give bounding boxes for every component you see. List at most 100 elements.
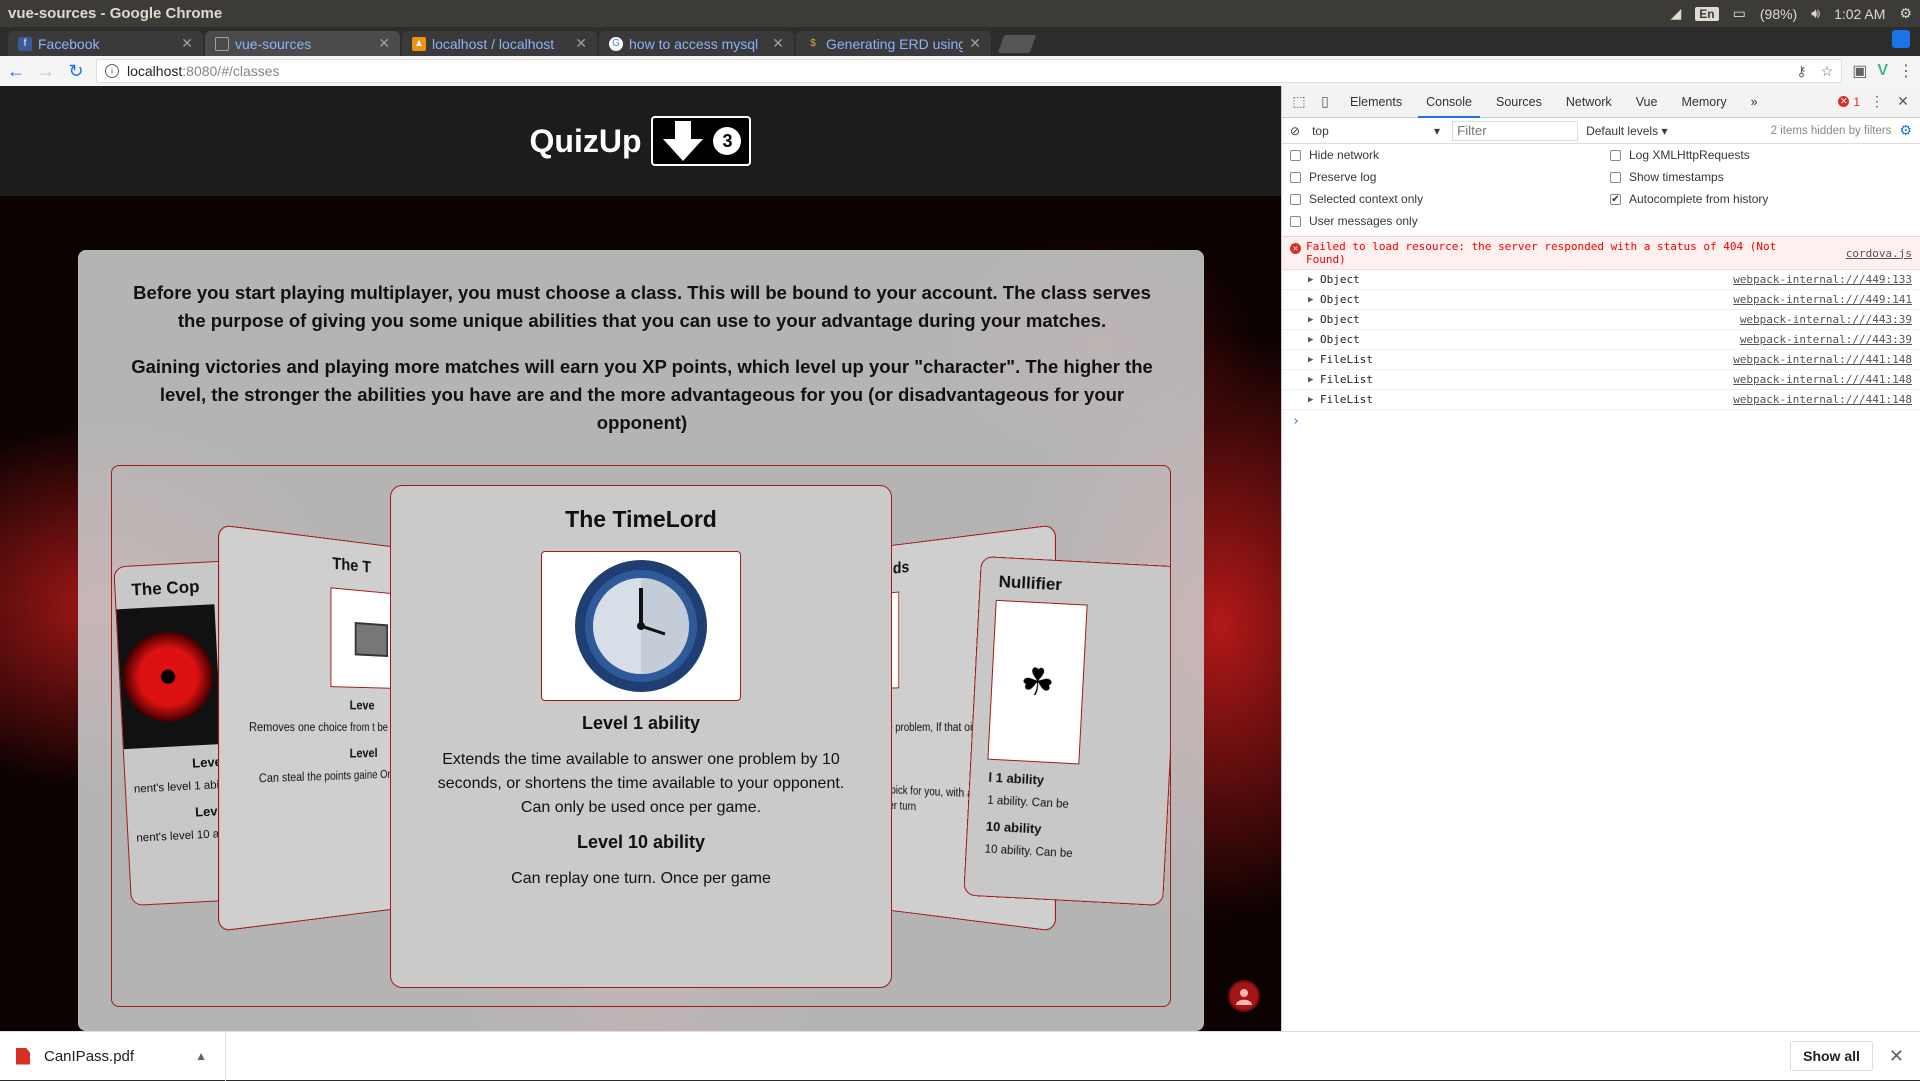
vue-devtools-icon[interactable]: V bbox=[1877, 62, 1888, 80]
bookmark-star-icon[interactable]: ☆ bbox=[1821, 63, 1834, 80]
site-header: QuizUp 3 bbox=[0, 86, 1281, 196]
tab-phpmyadmin[interactable]: ▲ localhost / localhost ✕ bbox=[402, 31, 597, 56]
tab-vue-sources[interactable]: vue-sources ✕ bbox=[205, 31, 400, 56]
tab-facebook[interactable]: f Facebook ✕ bbox=[8, 31, 203, 56]
new-tab-button[interactable] bbox=[998, 35, 1037, 53]
close-download-bar-icon[interactable]: ✕ bbox=[1889, 1046, 1904, 1067]
checkbox[interactable] bbox=[1290, 172, 1301, 183]
expand-triangle-icon[interactable]: ▶ bbox=[1308, 275, 1313, 285]
setting-preserve-log[interactable]: Preserve log bbox=[1290, 170, 1610, 184]
setting-autocomplete-history[interactable]: ✔ Autocomplete from history bbox=[1610, 192, 1910, 206]
class-carousel[interactable]: The Cop Level 1 ab nent's level 1 abil L… bbox=[111, 465, 1171, 1007]
card-level1-desc: Extends the time available to answer one… bbox=[391, 748, 891, 820]
expand-triangle-icon[interactable]: ▶ bbox=[1308, 295, 1313, 305]
wifi-icon[interactable]: ◢ bbox=[1671, 5, 1682, 22]
tab-console[interactable]: Console bbox=[1418, 86, 1480, 118]
clear-console-icon[interactable]: ⊘ bbox=[1290, 124, 1300, 138]
devtools-menu-icon[interactable]: ⋮ bbox=[1868, 93, 1886, 110]
address-bar[interactable]: i localhost:8080/#/classes ⚷ ☆ bbox=[96, 59, 1842, 83]
close-icon[interactable]: ✕ bbox=[772, 35, 784, 52]
show-all-button[interactable]: Show all bbox=[1790, 1041, 1873, 1071]
info-icon[interactable]: i bbox=[105, 64, 119, 78]
key-icon[interactable]: ⚷ bbox=[1796, 63, 1806, 80]
clock-image bbox=[541, 551, 741, 701]
card-title: The TimeLord bbox=[391, 506, 891, 533]
console-row[interactable]: ▶ FileList webpack-internal:///441:148 bbox=[1282, 350, 1920, 370]
checkbox[interactable] bbox=[1610, 172, 1621, 183]
console-message: FileList bbox=[1308, 353, 1373, 366]
error-counter[interactable]: ✕ 1 bbox=[1838, 95, 1860, 109]
source-link[interactable]: cordova.js bbox=[1846, 247, 1912, 260]
forward-arrow-icon[interactable]: → bbox=[36, 61, 56, 82]
source-link[interactable]: webpack-internal:///449:133 bbox=[1733, 273, 1912, 286]
class-card-nullifier[interactable]: Nullifier ☘ l 1 ability 1 ability. Can b… bbox=[963, 556, 1171, 906]
tab-vue[interactable]: Vue bbox=[1628, 86, 1666, 118]
source-link[interactable]: webpack-internal:///441:148 bbox=[1733, 353, 1912, 366]
expand-triangle-icon[interactable]: ▶ bbox=[1308, 315, 1313, 325]
console-message: Object bbox=[1308, 293, 1360, 306]
source-link[interactable]: webpack-internal:///441:148 bbox=[1733, 393, 1912, 406]
setting-log-xhr[interactable]: Log XMLHttpRequests bbox=[1610, 148, 1910, 162]
console-prompt[interactable]: › bbox=[1282, 410, 1920, 433]
setting-selected-context[interactable]: Selected context only bbox=[1290, 192, 1610, 206]
source-link[interactable]: webpack-internal:///441:148 bbox=[1733, 373, 1912, 386]
device-toolbar-icon[interactable]: ▯ bbox=[1316, 93, 1334, 110]
checkbox[interactable] bbox=[1290, 194, 1301, 205]
console-row[interactable]: ▶ Object webpack-internal:///449:133 bbox=[1282, 270, 1920, 290]
close-icon[interactable]: ✕ bbox=[181, 35, 193, 52]
keyboard-language[interactable]: En bbox=[1695, 7, 1718, 21]
volume-icon[interactable]: 🔊︎ bbox=[1811, 5, 1820, 22]
checkbox[interactable] bbox=[1610, 150, 1621, 161]
expand-triangle-icon[interactable]: ▶ bbox=[1308, 335, 1313, 345]
close-icon[interactable]: ✕ bbox=[575, 35, 587, 52]
source-link[interactable]: webpack-internal:///443:39 bbox=[1740, 333, 1912, 346]
screenshot-extension-icon[interactable]: ▣ bbox=[1852, 61, 1867, 81]
console-filter-input[interactable] bbox=[1452, 121, 1578, 141]
tab-generating-erd[interactable]: $ Generating ERD using ✕ bbox=[796, 31, 991, 56]
source-link[interactable]: webpack-internal:///449:141 bbox=[1733, 293, 1912, 306]
reload-icon[interactable]: ↻ bbox=[66, 61, 86, 82]
phpmyadmin-icon: ▲ bbox=[412, 37, 426, 51]
context-selector[interactable]: top ▾ bbox=[1308, 124, 1444, 138]
expand-triangle-icon[interactable]: ▶ bbox=[1308, 375, 1313, 385]
checkbox[interactable] bbox=[1290, 216, 1301, 227]
tab-google-search[interactable]: G how to access mysql ✕ bbox=[599, 31, 794, 56]
more-tabs-button[interactable]: » bbox=[1743, 86, 1766, 118]
console-row[interactable]: ▶ FileList webpack-internal:///441:148 bbox=[1282, 390, 1920, 410]
expand-triangle-icon[interactable]: ▶ bbox=[1308, 355, 1313, 365]
checkbox[interactable] bbox=[1290, 150, 1301, 161]
console-message: FileList bbox=[1308, 373, 1373, 386]
download-item[interactable]: CanIPass.pdf ▲ bbox=[16, 1032, 226, 1081]
console-row[interactable]: ▶ FileList webpack-internal:///441:148 bbox=[1282, 370, 1920, 390]
setting-show-timestamps[interactable]: Show timestamps bbox=[1610, 170, 1910, 184]
tab-memory[interactable]: Memory bbox=[1673, 86, 1734, 118]
setting-user-messages[interactable]: User messages only bbox=[1290, 214, 1610, 228]
logo-badge-box[interactable]: 3 bbox=[651, 116, 751, 166]
tab-sources[interactable]: Sources bbox=[1488, 86, 1550, 118]
console-settings-gear-icon[interactable]: ⚙ bbox=[1899, 122, 1912, 139]
profile-icon[interactable] bbox=[1892, 30, 1910, 48]
back-arrow-icon[interactable]: ← bbox=[6, 61, 26, 82]
source-link[interactable]: webpack-internal:///443:39 bbox=[1740, 313, 1912, 326]
user-avatar-button[interactable] bbox=[1228, 980, 1260, 1012]
class-card-timelord[interactable]: The TimeLord Level 1 ability Extends the… bbox=[390, 485, 892, 988]
close-devtools-icon[interactable]: ✕ bbox=[1894, 93, 1912, 110]
tab-network[interactable]: Network bbox=[1558, 86, 1620, 118]
checkbox-checked[interactable]: ✔ bbox=[1610, 194, 1621, 205]
battery-icon[interactable]: ▭ bbox=[1733, 5, 1746, 22]
logo-text[interactable]: QuizUp bbox=[530, 123, 642, 160]
console-row[interactable]: ▶ Object webpack-internal:///449:141 bbox=[1282, 290, 1920, 310]
expand-triangle-icon[interactable]: ▶ bbox=[1308, 395, 1313, 405]
close-icon[interactable]: ✕ bbox=[969, 35, 981, 52]
console-row[interactable]: ▶ Object webpack-internal:///443:39 bbox=[1282, 330, 1920, 350]
chrome-menu-icon[interactable]: ⋮ bbox=[1898, 61, 1914, 81]
log-levels-dropdown[interactable]: Default levels ▾ bbox=[1586, 124, 1667, 138]
setting-hide-network[interactable]: Hide network bbox=[1290, 148, 1610, 162]
console-row[interactable]: ▶ Object webpack-internal:///443:39 bbox=[1282, 310, 1920, 330]
tab-elements[interactable]: Elements bbox=[1342, 86, 1410, 118]
chevron-up-icon[interactable]: ▲ bbox=[195, 1049, 207, 1063]
close-icon[interactable]: ✕ bbox=[378, 35, 390, 52]
clock[interactable]: 1:02 AM bbox=[1834, 6, 1885, 22]
settings-gear-icon[interactable]: ⚙ bbox=[1899, 5, 1912, 22]
inspect-element-icon[interactable]: ⬚ bbox=[1290, 93, 1308, 110]
